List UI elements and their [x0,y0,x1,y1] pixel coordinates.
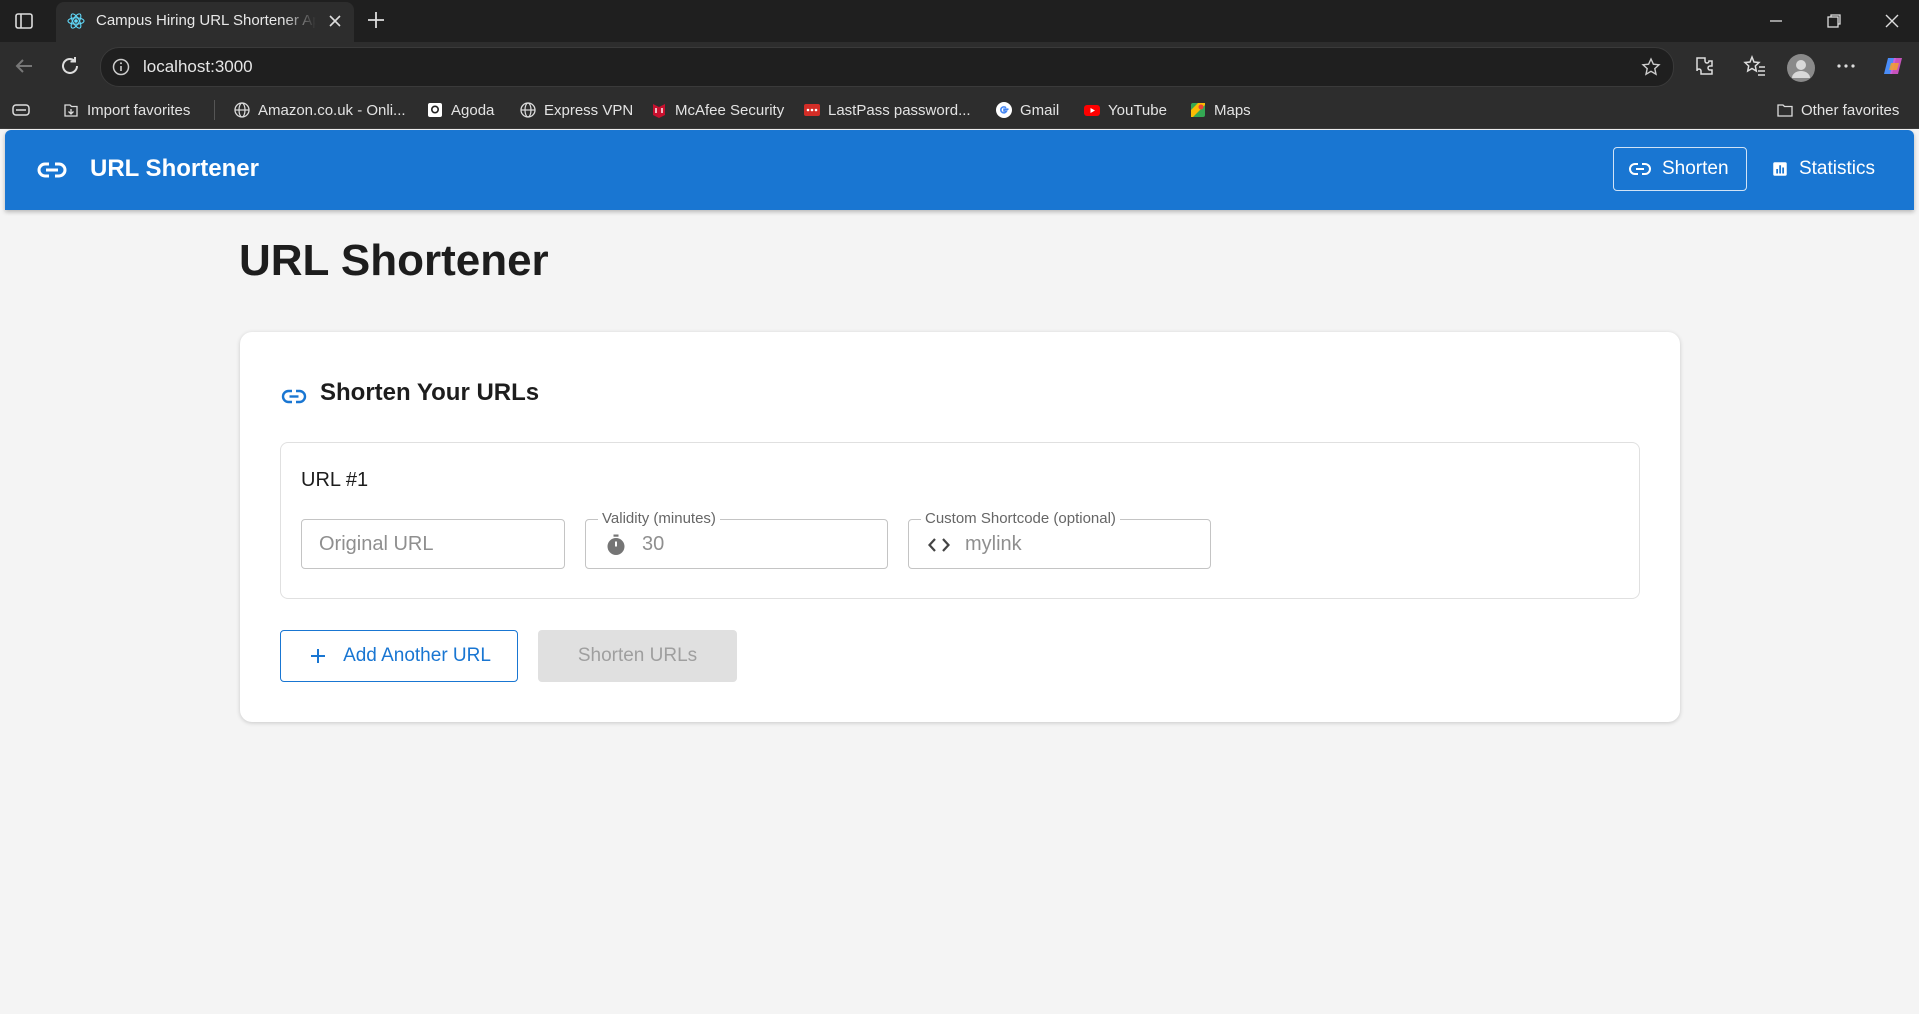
code-icon [928,538,950,552]
close-window-icon[interactable] [1883,12,1901,30]
address-bar[interactable]: localhost:3000 [100,47,1674,87]
bookmarks-bar: Import favorites Amazon.co.uk - Onli... … [0,92,1919,129]
nav-shorten-label: Shorten [1662,158,1729,179]
page-title: URL Shortener [239,236,549,285]
tab-actions-icon[interactable] [14,11,34,31]
url-entry-label: URL #1 [301,469,369,491]
nav-statistics-button[interactable]: Statistics [1757,147,1889,191]
youtube-icon [1084,105,1100,116]
shorten-card: Shorten Your URLs URL #1 Validity (minut… [240,332,1680,722]
back-icon[interactable] [12,54,36,78]
bookmarks-divider [214,100,215,120]
link-icon [281,389,307,404]
favorite-star-icon[interactable] [1641,57,1661,77]
bookmark-import-favorites[interactable]: Import favorites [62,99,190,121]
sidebar-toggle-icon[interactable] [11,101,31,119]
agoda-icon [428,103,442,117]
react-icon [67,13,85,29]
favorites-icon[interactable] [1743,54,1767,78]
maps-icon [1191,103,1205,117]
original-url-input[interactable] [319,520,554,568]
profile-avatar-icon[interactable] [1787,54,1815,82]
link-icon [37,162,67,178]
globe-icon [520,102,536,118]
bookmark-amazon[interactable]: Amazon.co.uk - Onli... [233,99,406,121]
bookmark-agoda[interactable]: Agoda [426,99,494,121]
bookmark-lastpass[interactable]: LastPass password... [803,99,971,121]
browser-titlebar: Campus Hiring URL Shortener App [0,0,1919,42]
bookmark-other-favorites[interactable]: Other favorites [1776,99,1899,121]
shorten-urls-label: Shorten URLs [577,645,698,666]
google-icon [996,102,1012,118]
reload-icon[interactable] [58,54,82,78]
url-entry: URL #1 Validity (minutes) Custom Shortco… [280,442,1640,599]
more-options-icon[interactable] [1834,54,1858,78]
bookmark-express-vpn[interactable]: Express VPN [519,99,633,121]
globe-icon [234,102,250,118]
address-text: localhost:3000 [143,57,253,76]
import-icon [64,104,78,117]
nav-statistics-label: Statistics [1798,158,1875,179]
lastpass-icon [804,104,820,116]
bookmark-gmail[interactable]: Gmail [995,99,1059,121]
tab-title: Campus Hiring URL Shortener App [96,12,316,29]
add-another-url-button[interactable]: Add Another URL [280,630,518,682]
mcafee-icon [653,104,665,118]
extensions-icon[interactable] [1692,54,1716,78]
validity-input[interactable] [642,520,872,568]
bookmark-youtube[interactable]: YouTube [1083,99,1167,121]
browser-toolbar: localhost:3000 [0,42,1919,92]
restore-icon[interactable] [1825,12,1843,30]
site-info-icon[interactable] [111,57,131,77]
link-icon [1629,163,1651,175]
copilot-icon[interactable] [1881,54,1905,78]
app-header: URL Shortener Shorten Statistics [5,130,1914,210]
bookmark-mcafee[interactable]: McAfee Security [650,99,784,121]
app-title: URL Shortener [90,155,259,182]
validity-field[interactable]: Validity (minutes) [585,510,888,569]
shortcode-field[interactable]: Custom Shortcode (optional) [908,510,1211,569]
new-tab-icon[interactable] [365,9,387,31]
plus-icon [311,649,326,663]
original-url-field[interactable] [301,519,565,569]
timer-icon [607,534,625,555]
bookmark-maps[interactable]: Maps [1189,99,1251,121]
minimize-icon[interactable] [1767,12,1785,30]
close-tab-icon[interactable] [326,12,344,30]
bar-chart-icon [1773,162,1787,176]
shorten-urls-button[interactable]: Shorten URLs [538,630,737,682]
shortcode-input[interactable] [965,520,1195,568]
nav-shorten-button[interactable]: Shorten [1613,147,1747,191]
add-another-url-label: Add Another URL [343,645,491,666]
browser-tab-active[interactable]: Campus Hiring URL Shortener App [56,2,354,42]
card-title: Shorten Your URLs [320,379,540,406]
folder-icon [1777,104,1793,117]
